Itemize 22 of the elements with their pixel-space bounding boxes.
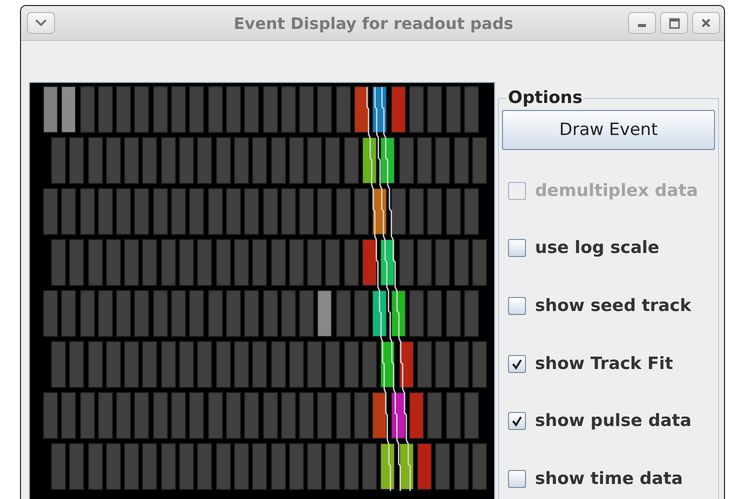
- checkbox[interactable]: [508, 354, 526, 373]
- chevron-down-icon: [35, 19, 47, 27]
- maximize-button[interactable]: [660, 12, 688, 34]
- checkbox[interactable]: [508, 296, 526, 315]
- options-title: Options: [507, 88, 584, 108]
- checkbox[interactable]: [508, 470, 526, 488]
- checkbox-label[interactable]: use log scale: [535, 238, 660, 258]
- check-mark-icon: [511, 358, 523, 370]
- checkbox-label[interactable]: show seed track: [535, 296, 692, 316]
- check-mark-icon: [511, 415, 523, 428]
- close-icon: [701, 18, 711, 28]
- window-menu-button[interactable]: [27, 12, 55, 34]
- minimize-button[interactable]: [628, 12, 656, 34]
- checkbox[interactable]: [508, 412, 526, 430]
- checkbox-label[interactable]: show Track Fit: [535, 354, 673, 374]
- checkbox-label[interactable]: show time data: [535, 468, 683, 489]
- close-button[interactable]: [692, 12, 720, 34]
- window-title: Event Display for readout pads: [232, 14, 514, 32]
- draw-event-button[interactable]: Draw Event: [502, 110, 715, 150]
- checkbox[interactable]: [508, 239, 526, 258]
- maximize-icon: [668, 18, 680, 28]
- checkbox-label[interactable]: show pulse data: [535, 411, 692, 432]
